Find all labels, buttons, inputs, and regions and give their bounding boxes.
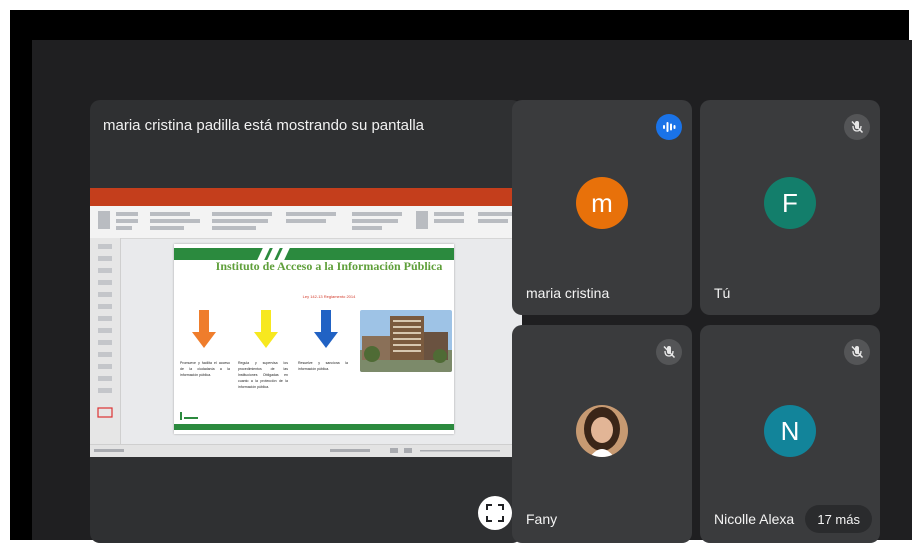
slide-title: Instituto de Acceso a la Información Púb… <box>215 259 443 273</box>
participant-name: maria cristina <box>526 285 610 301</box>
muted-indicator <box>844 114 870 140</box>
building-photo <box>360 310 452 372</box>
audio-wave-icon <box>663 122 676 132</box>
fullscreen-icon <box>486 504 504 522</box>
avatar: N <box>764 405 816 457</box>
slide: Instituto de Acceso a la Información Púb… <box>174 244 454 434</box>
slide-column-text: Promueve y facilita el acceso de la ciud… <box>180 361 230 377</box>
slide-subtitle: Ley 142-13 Reglamento 2014 <box>302 294 356 299</box>
more-participants-button[interactable]: 17 más <box>805 505 872 533</box>
avatar-photo <box>576 405 628 457</box>
mic-off-icon <box>851 120 864 134</box>
avatar: F <box>764 177 816 229</box>
video-call-window: maria cristina padilla está mostrando su… <box>10 10 912 543</box>
participant-tile[interactable]: N Nicolle Alexa 17 más <box>700 325 880 543</box>
presentation-tile[interactable]: maria cristina padilla está mostrando su… <box>90 100 522 543</box>
app-titlebar <box>90 188 522 198</box>
mic-off-icon <box>851 345 864 359</box>
speaking-indicator <box>656 114 682 140</box>
slide-column-text: Resuelve y sanciona la información públi… <box>298 361 348 371</box>
meeting-grid: maria cristina padilla está mostrando su… <box>32 40 912 543</box>
app-ribbon <box>90 206 522 239</box>
mic-off-icon <box>663 345 676 359</box>
avatar: m <box>576 177 628 229</box>
institution-logo <box>180 412 198 420</box>
participant-tile[interactable]: m maria cristina <box>512 100 692 315</box>
blue-arrow-icon <box>314 310 338 348</box>
participant-tile[interactable]: Fany <box>512 325 692 543</box>
participant-name: Nicolle Alexa <box>714 511 795 527</box>
orange-arrow-icon <box>192 310 216 348</box>
muted-indicator <box>844 339 870 365</box>
presenting-label: maria cristina padilla está mostrando su… <box>103 117 424 134</box>
fullscreen-button[interactable] <box>478 496 512 530</box>
slide-footer-bar <box>174 424 454 430</box>
yellow-arrow-icon <box>254 310 278 348</box>
participant-tile[interactable]: F Tú <box>700 100 880 315</box>
app-ribbon-tabs <box>90 198 522 206</box>
participant-name: Tú <box>714 285 731 301</box>
slide-column-text: Regula y supervisa los procedimientos de… <box>238 361 288 389</box>
shared-screen: Instituto de Acceso a la Información Púb… <box>90 188 522 457</box>
slide-thumbnails <box>90 238 121 444</box>
muted-indicator <box>656 339 682 365</box>
app-statusbar <box>90 444 522 457</box>
participant-name: Fany <box>526 511 558 527</box>
